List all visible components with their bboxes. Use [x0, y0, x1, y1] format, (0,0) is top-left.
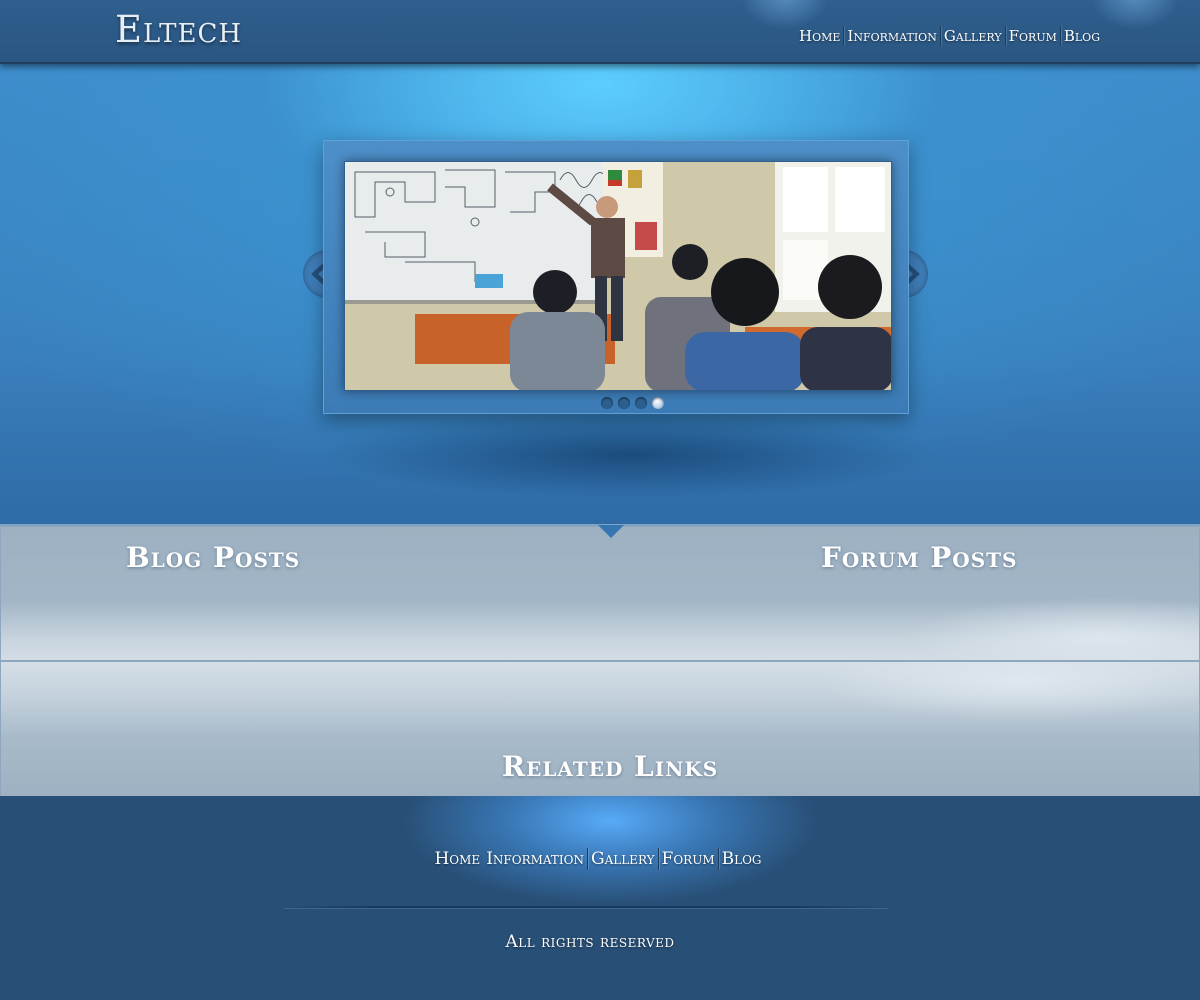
slide-dot-1[interactable] [600, 397, 613, 409]
site-logo[interactable]: Eltech [115, 8, 242, 51]
nav-forum[interactable]: Forum [1006, 27, 1060, 45]
nav-blog[interactable]: Blog [1061, 27, 1103, 45]
footer-nav-information[interactable]: Information [483, 849, 587, 869]
footer-nav-gallery[interactable]: Gallery [588, 849, 658, 869]
footer-nav-forum[interactable]: Forum [659, 849, 718, 869]
classroom-photo [345, 162, 891, 390]
related-links-heading: Related Links [501, 750, 719, 783]
main-nav: Home Information Gallery Forum Blog [796, 26, 1103, 46]
footer-divider [284, 906, 888, 908]
slider-shadow [320, 409, 940, 499]
slide-dot-2[interactable] [617, 397, 630, 409]
footer-nav-blog[interactable]: Blog [719, 849, 765, 869]
related-links-panel: Related Links [0, 661, 1200, 797]
slide-dot-3[interactable] [634, 397, 647, 409]
slide-dot-4[interactable] [651, 397, 664, 409]
nav-home[interactable]: Home [796, 27, 843, 45]
copyright-text: All rights reserved [505, 932, 675, 952]
content-area: Blog Posts Forum Posts Related Links [0, 524, 1200, 797]
header: Eltech Home Information Gallery Forum Bl… [0, 0, 1200, 64]
blog-posts-heading: Blog Posts [126, 541, 301, 574]
nav-information[interactable]: Information [844, 27, 939, 45]
footer-nav-home[interactable]: Home [431, 849, 483, 869]
footer: Home Information Gallery Forum Blog All … [0, 796, 1200, 1000]
slider-pagination [324, 397, 908, 409]
section-pointer [598, 525, 624, 538]
posts-panel: Blog Posts Forum Posts [0, 526, 1200, 661]
image-slider [323, 140, 909, 414]
nav-gallery[interactable]: Gallery [941, 27, 1005, 45]
slide-image[interactable] [344, 161, 892, 391]
footer-nav: Home Information Gallery Forum Blog [0, 848, 1196, 870]
forum-posts-heading: Forum Posts [821, 541, 1018, 574]
